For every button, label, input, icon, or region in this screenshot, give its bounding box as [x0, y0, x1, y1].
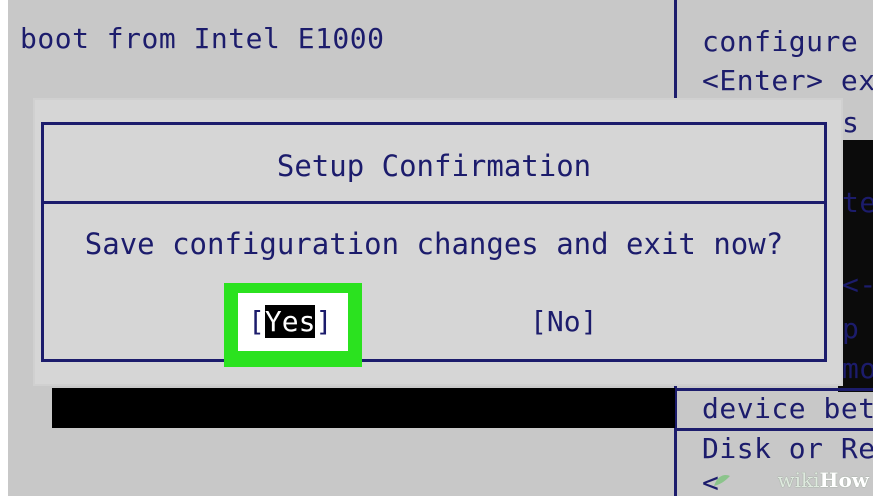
setup-confirmation-dialog: Setup Confirmation Save configuration ch…	[35, 100, 841, 384]
dialog-separator	[44, 201, 824, 204]
yes-label: Yes	[264, 305, 316, 338]
watermark: wikiHow	[778, 468, 869, 492]
help-text-line: device bet	[702, 392, 873, 425]
help-text-line: s	[842, 106, 860, 139]
watermark-prefix: wiki	[777, 468, 820, 492]
dialog-title: Setup Confirmation	[276, 149, 592, 183]
dialog-message: Save configuration changes and exit now?	[84, 227, 784, 261]
bios-screen: boot from Intel E1000 configure <Enter> …	[8, 0, 873, 496]
yes-button[interactable]: [Yes]	[248, 303, 332, 341]
help-divider	[677, 388, 873, 391]
yes-button-highlight: [Yes]	[224, 283, 362, 367]
help-text-line: p	[842, 312, 860, 345]
yes-button-box: [Yes]	[238, 293, 348, 351]
help-text-line: <Enter> ex	[702, 64, 873, 97]
dialog-frame: Setup Confirmation Save configuration ch…	[41, 122, 827, 367]
watermark-brand: How	[819, 468, 869, 492]
help-divider	[677, 428, 873, 431]
wikihow-leaf-icon	[714, 475, 730, 486]
help-text-line: Disk or Re	[702, 432, 873, 465]
help-text-line: mo	[842, 352, 873, 385]
yes-bracket-open: [	[248, 305, 265, 338]
help-text-line: configure	[702, 25, 859, 58]
help-text-line: te	[842, 186, 873, 219]
help-text-line: <-	[842, 268, 873, 301]
status-bar	[52, 388, 675, 428]
no-button[interactable]: [No]	[530, 303, 597, 341]
boot-option-text: boot from Intel E1000	[20, 22, 385, 55]
yes-bracket-close: ]	[315, 305, 333, 338]
